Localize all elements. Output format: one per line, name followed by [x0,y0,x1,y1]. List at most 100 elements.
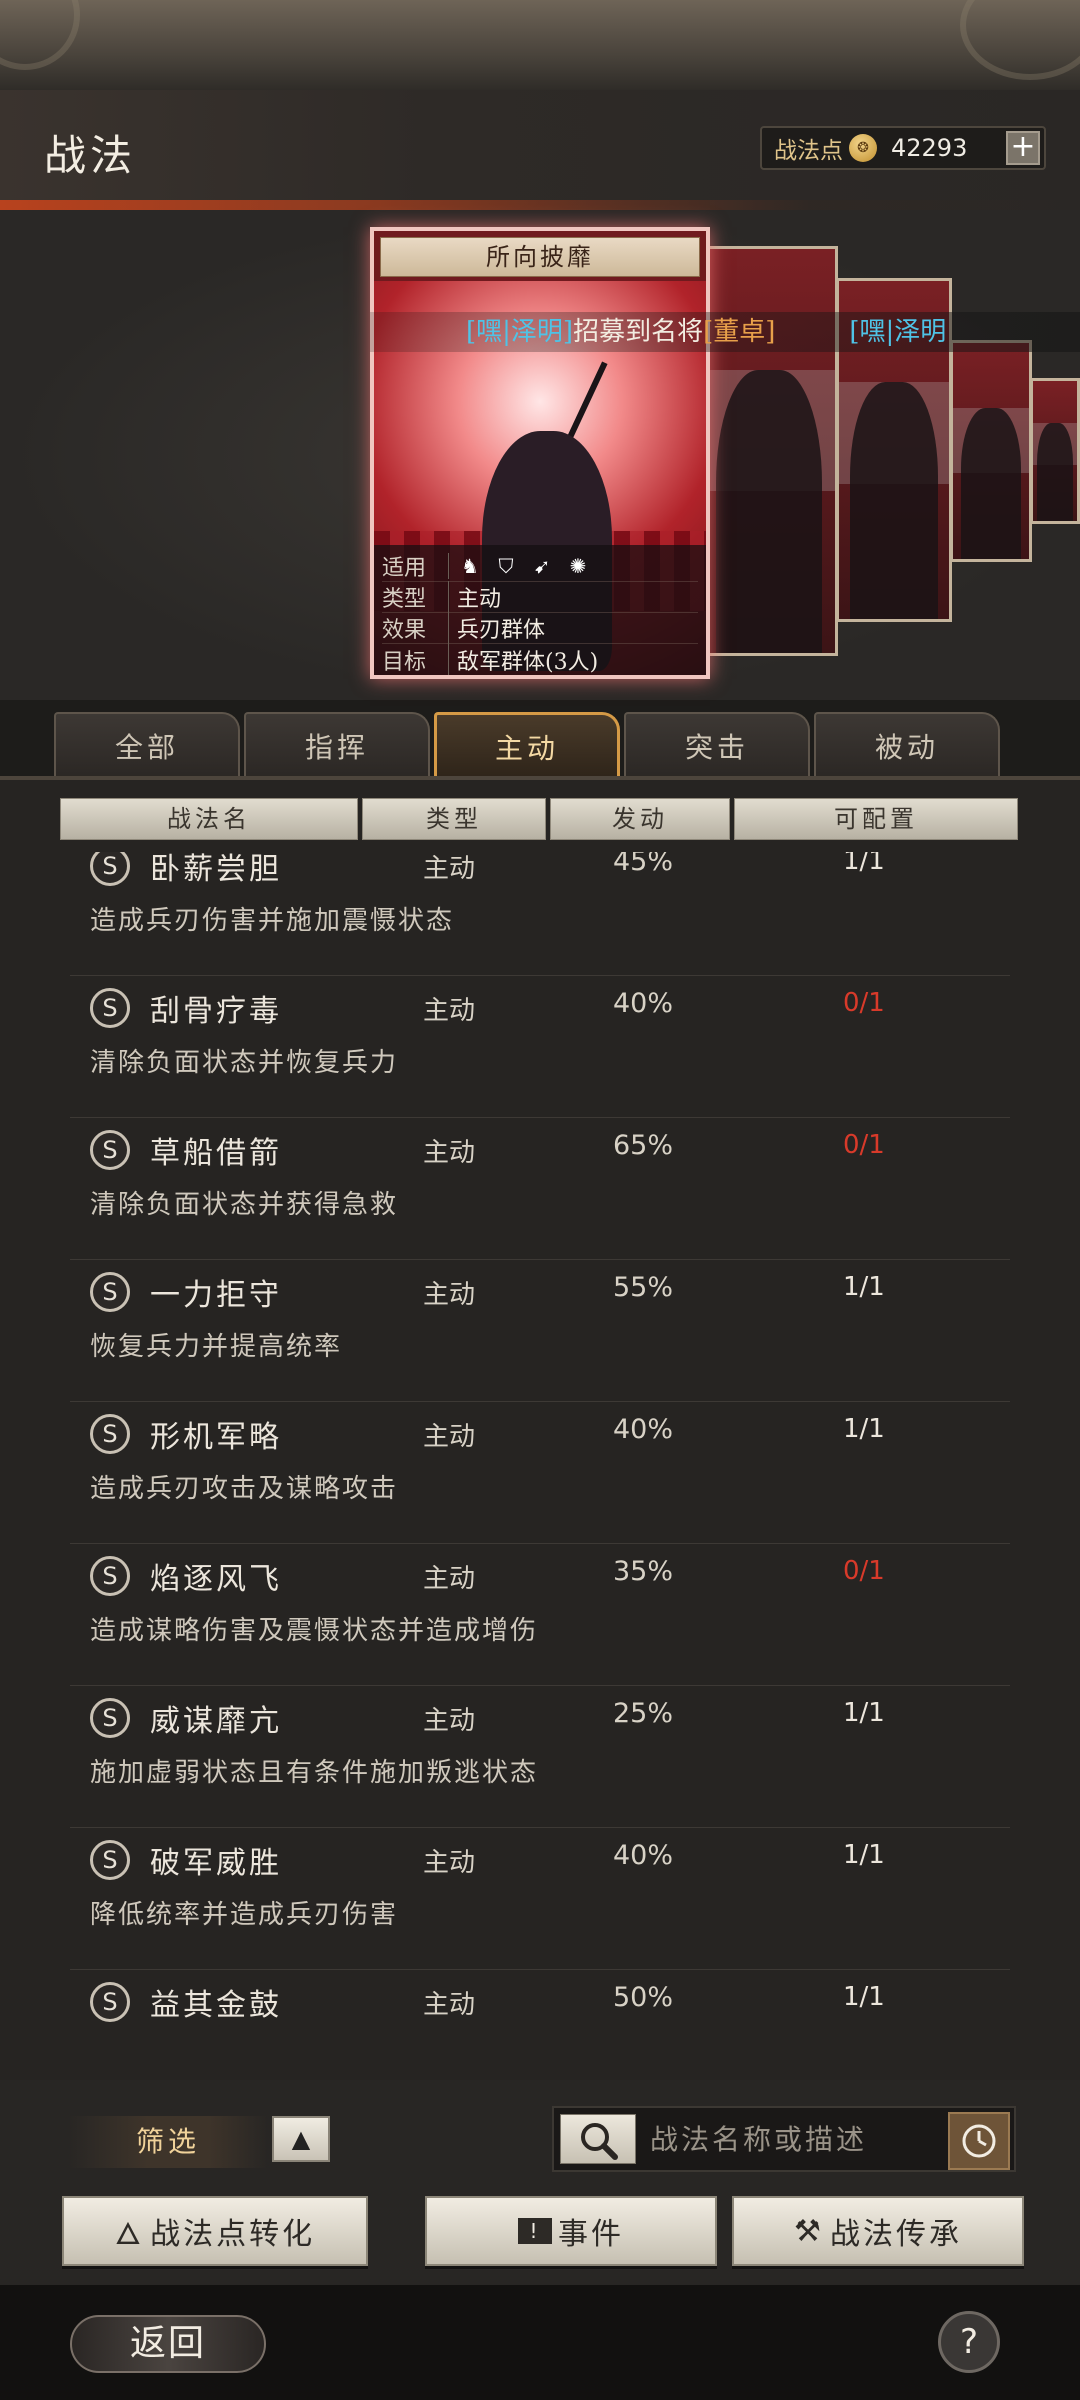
tab-assault[interactable]: 突击 [624,712,810,778]
card-thumb[interactable] [950,340,1032,562]
tactic-rate: 25% [613,1698,674,1729]
triangle-up-icon[interactable]: ▲ [272,2116,330,2162]
tactic-name: 益其金鼓 [150,1988,282,2023]
grade-badge: S [90,1840,130,1880]
tactic-points-box: 战法点 ❂ 42293 + [760,126,1046,170]
card-thumb[interactable] [1030,378,1080,524]
ticker-player: [嘿|泽明] [466,317,574,347]
tactic-description: 施加虚弱状态且有条件施加叛逃状态 [90,1758,539,1788]
clock-icon[interactable] [948,2112,1010,2170]
tactic-description: 恢复兵力并提高统率 [90,1332,343,1362]
tactic-type: 主动 [423,1138,476,1168]
grade-badge: S [90,1272,130,1312]
tactic-name: 卧薪尝胆 [150,852,282,887]
alert-icon: ! [518,2218,552,2244]
tab-passive[interactable]: 被动 [814,712,1000,778]
tactic-description: 造成谋略伤害及震慑状态并造成增伤 [90,1616,539,1646]
tactic-row[interactable]: S 焰逐风飞 主动 35% 0/1 造成谋略伤害及震慑状态并造成增伤 [70,1544,1010,1686]
tactic-row[interactable]: S 草船借箭 主动 65% 0/1 清除负面状态并获得急救 [70,1118,1010,1260]
convert-points-button[interactable]: 🜂 战法点转化 [62,2196,368,2266]
tactic-list[interactable]: S 卧薪尝胆 主动 45% 1/1 造成兵刃伤害并施加震慑状态 S 刮骨疗毒 主… [0,852,1080,2080]
archer-icon: ➹ [533,554,551,578]
tactic-row[interactable]: S 形机军略 主动 40% 1/1 造成兵刃攻击及谋略攻击 [70,1402,1010,1544]
header-accent-line [0,200,1080,210]
column-header-rate[interactable]: 发动 [550,798,730,840]
card-info-key: 适用 [382,556,427,581]
card-info-key: 类型 [382,587,427,612]
tactic-row[interactable]: S 卧薪尝胆 主动 45% 1/1 造成兵刃伤害并施加震慑状态 [70,852,1010,976]
grade-badge: S [90,1982,130,2022]
tactic-row[interactable]: S 一力拒守 主动 55% 1/1 恢复兵力并提高统率 [70,1260,1010,1402]
top-decor-band [0,0,1080,90]
tactic-description: 造成兵刃伤害并施加震慑状态 [90,906,455,936]
tactic-rate: 45% [613,852,674,877]
broadcast-ticker: [嘿|泽明]招募到名将[董卓] [嘿|泽明 [370,312,1080,352]
grade-badge: S [90,1130,130,1170]
tactic-config: 1/1 [843,1414,885,1444]
event-button[interactable]: ! 事件 [425,2196,717,2266]
tab-all[interactable]: 全部 [54,712,240,778]
tactic-rate: 40% [613,1840,674,1871]
tactic-config: 0/1 [843,1556,885,1586]
column-header-config[interactable]: 可配置 [734,798,1018,840]
tactic-row[interactable]: S 益其金鼓 主动 50% 1/1 [70,1970,1010,2080]
tactic-config: 1/1 [843,1840,885,1870]
filter-button[interactable]: 筛选 [68,2116,268,2168]
card-info-row: 类型 主动 [382,581,698,613]
tactic-row[interactable]: S 刮骨疗毒 主动 40% 0/1 清除负面状态并恢复兵力 [70,976,1010,1118]
ticker-next-player: [嘿|泽明 [849,317,947,347]
tactic-type: 主动 [423,1564,476,1594]
tab-active[interactable]: 主动 [434,712,620,778]
search-input[interactable] [650,2116,930,2162]
plus-icon[interactable]: + [1006,131,1040,165]
tab-command[interactable]: 指挥 [244,712,430,778]
grade-badge: S [90,988,130,1028]
grade-badge: S [90,1556,130,1596]
tactic-points-value: 42293 [891,134,968,162]
back-button[interactable]: 返回 [70,2315,266,2373]
tactic-row[interactable]: S 破军威胜 主动 40% 1/1 降低统率并造成兵刃伤害 [70,1828,1010,1970]
cavalry-icon: ♞ [461,554,479,578]
tactic-description: 降低统率并造成兵刃伤害 [90,1900,399,1930]
tactic-config: 0/1 [843,1130,885,1160]
category-tabs: 全部 指挥 主动 突击 被动 [54,712,1004,778]
tactic-name: 焰逐风飞 [150,1562,282,1597]
tactic-description: 清除负面状态并恢复兵力 [90,1048,399,1078]
tactic-description: 清除负面状态并获得急救 [90,1190,399,1220]
card-info-key: 目标 [382,649,427,675]
card-info-value: 兵刃群体 [448,612,545,644]
search-icon[interactable] [560,2114,636,2164]
cloud-decor [960,0,1080,80]
tactic-type: 主动 [423,1706,476,1736]
inherit-button[interactable]: ⚒ 战法传承 [732,2196,1024,2266]
tactic-name: 草船借箭 [150,1136,282,1171]
tactic-type: 主动 [423,1990,476,2020]
help-icon[interactable]: ? [938,2311,1000,2373]
tactic-type: 主动 [423,1848,476,1878]
featured-tactic-card[interactable]: 所向披靡 适用 ♞ ⛉ ➹ ✺ 类型 主动 效果 兵刃群体 目标 敌军群体(3人… [370,227,710,679]
tactic-config: 1/1 [843,1698,885,1728]
spear-wheel-icon: ✺ [569,554,587,578]
tactic-rate: 50% [613,1982,674,2013]
ticker-text: 招募到名将 [573,317,704,347]
card-thumb[interactable] [700,246,838,656]
grade-badge: S [90,1698,130,1738]
column-header-type[interactable]: 类型 [362,798,546,840]
column-header-name[interactable]: 战法名 [60,798,358,840]
unit-icons: ♞ ⛉ ➹ ✺ [448,553,591,579]
card-info-key: 效果 [382,618,427,643]
tactic-type: 主动 [423,854,476,884]
tactic-config: 0/1 [843,988,885,1018]
tactic-type: 主动 [423,996,476,1026]
tactic-row[interactable]: S 威谋靡亢 主动 25% 1/1 施加虚弱状态且有条件施加叛逃状态 [70,1686,1010,1828]
footer: 返回 ? [0,2285,1080,2400]
header: 战法 战法点 ❂ 42293 + [0,90,1080,210]
shield-icon: ⛉ [498,554,514,578]
tactic-list-panel: 战法名 类型 发动 可配置 S 卧薪尝胆 主动 45% 1/1 造成兵刃伤害并施… [0,780,1080,2080]
tactic-rate: 55% [613,1272,674,1303]
tactic-rate: 40% [613,988,674,1019]
tactic-rate: 65% [613,1130,674,1161]
card-info-row: 效果 兵刃群体 [382,612,698,644]
card-info: 适用 ♞ ⛉ ➹ ✺ 类型 主动 效果 兵刃群体 目标 敌军群体(3人) [374,545,706,675]
card-title: 所向披靡 [380,237,700,277]
